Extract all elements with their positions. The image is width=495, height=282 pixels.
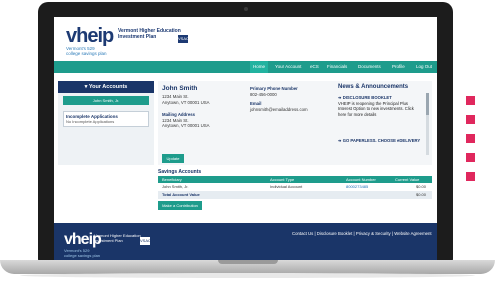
col-beneficiary: Beneficiary: [162, 177, 182, 182]
savings-table-header: Beneficiary Account Type Account Number …: [158, 176, 432, 183]
accent-square: [466, 115, 475, 124]
total-row: Total Account Value $0.00: [158, 191, 432, 199]
laptop-frame: vheip Vermont Higher Education Investmen…: [38, 2, 453, 261]
brand-logo[interactable]: vheip Vermont Higher Education Investmen…: [66, 25, 189, 56]
news-panel: News & Announcements ➔ DISCLOSURE BOOKLE…: [334, 81, 432, 165]
accent-square: [466, 134, 475, 143]
col-current-value: Current Value: [395, 177, 420, 182]
profile-name: John Smith: [162, 85, 198, 92]
address-line2: Anytown, VT 00001 USA: [162, 99, 210, 105]
update-button[interactable]: Update: [162, 154, 184, 163]
news-scrollbar[interactable]: [426, 93, 429, 155]
row-beneficiary: John Smith, Jr.: [162, 184, 189, 189]
table-row: John Smith, Jr. Individual Account 80002…: [158, 183, 432, 191]
vsac-badge-icon: VSAC: [178, 35, 189, 43]
footer-name-line2: Investment Plan: [94, 238, 123, 243]
savings-title: Savings Accounts: [158, 169, 202, 175]
main-content: ▾ Your Accounts John Smith, Jr. Incomple…: [54, 73, 437, 238]
account-item[interactable]: John Smith, Jr.: [63, 96, 149, 105]
col-account-number: Account Number: [346, 177, 376, 182]
accent-squares: [466, 96, 476, 191]
email-label: Email: [250, 101, 262, 106]
email-value: johnsmith@emailaddress.com: [250, 106, 308, 112]
incomplete-text: No Incomplete Applications: [66, 119, 115, 124]
footer-links[interactable]: Contact Us | Disclosure Booklet | Privac…: [292, 231, 432, 236]
footer-tagline2: college savings plan: [64, 253, 101, 258]
total-label: Total Account Value: [162, 192, 200, 197]
tab-ecs[interactable]: eCS: [307, 61, 322, 73]
incomplete-applications: Incomplete Applications No Incomplete Ap…: [63, 111, 149, 127]
footer-tagline: Vermont's 529 college savings plan: [64, 248, 100, 258]
news-item-2-head: GO PAPERLESS. CHOOSE eDELIVERY: [342, 138, 421, 143]
laptop-base: [0, 260, 495, 274]
scrollbar-thumb[interactable]: [426, 93, 429, 115]
footer-vsac-badge-icon: VSAC: [140, 237, 151, 245]
mailing-line2: Anytown, VT 00001 USA: [162, 123, 210, 128]
laptop-screen: vheip Vermont Higher Education Investmen…: [54, 17, 437, 261]
laptop-shadow: [20, 273, 475, 278]
accent-square: [466, 172, 475, 181]
email-block: Email johnsmith@emailaddress.com: [250, 101, 308, 112]
logo-wordmark: vheip: [66, 25, 114, 47]
tab-logout[interactable]: Log Out: [413, 61, 435, 73]
row-current-value: $0.00: [416, 184, 427, 189]
total-value: $0.00: [416, 192, 427, 197]
phone-value: 802-456-0000: [250, 91, 277, 97]
tab-your-account[interactable]: Your Account: [272, 61, 304, 73]
news-item-1[interactable]: ➔ DISCLOSURE BOOKLET VHEIP is reopening …: [338, 95, 422, 117]
tab-financials[interactable]: Financials: [324, 61, 350, 73]
laptop-notch: [218, 260, 278, 264]
accounts-title: Your Accounts: [88, 84, 128, 90]
row-account-number-link[interactable]: 8000273485: [346, 183, 368, 191]
site-header: vheip Vermont Higher Education Investmen…: [54, 17, 437, 61]
accounts-header[interactable]: ▾ Your Accounts: [58, 81, 154, 93]
site-footer: vheip Vermont Higher Education Investmen…: [54, 223, 437, 261]
phone-block: Primary Phone Number 802-456-0000: [250, 86, 298, 97]
news-item-1-head: DISCLOSURE BOOKLET: [342, 95, 392, 100]
profile-address: 1234 Main St. Anytown, VT 00001 USA: [162, 94, 209, 105]
tab-profile[interactable]: Profile: [389, 61, 408, 73]
camera-icon: [243, 7, 248, 11]
row-account-type: Individual Account: [270, 184, 303, 189]
accounts-panel: ▾ Your Accounts John Smith, Jr. Incomple…: [58, 81, 154, 165]
logo-tagline2: college savings plan: [66, 51, 107, 56]
news-item-1-body: VHEIP is reopening the Principal Plus In…: [338, 100, 414, 117]
make-contribution-button[interactable]: Make a Contribution: [158, 201, 202, 210]
profile-panel: John Smith 1234 Main St. Anytown, VT 000…: [158, 81, 334, 165]
main-nav: Home Your Account eCS Financials Documen…: [54, 61, 437, 73]
phone-label: Primary Phone Number: [250, 86, 298, 91]
accent-square: [466, 153, 475, 162]
footer-name: Vermont Higher Education Investment Plan: [94, 233, 144, 243]
news-item-2[interactable]: ➔ GO PAPERLESS. CHOOSE eDELIVERY: [338, 138, 422, 144]
mailing-address: Mailing Address 1234 Main St. Anytown, V…: [162, 112, 209, 129]
savings-accounts: Savings Accounts Beneficiary Account Typ…: [158, 169, 432, 210]
accent-square: [466, 96, 475, 105]
tab-home[interactable]: Home: [250, 61, 269, 73]
news-title: News & Announcements: [338, 84, 409, 90]
mailing-label: Mailing Address: [162, 112, 196, 117]
col-account-type: Account Type: [270, 177, 295, 182]
tab-documents[interactable]: Documents: [355, 61, 384, 73]
